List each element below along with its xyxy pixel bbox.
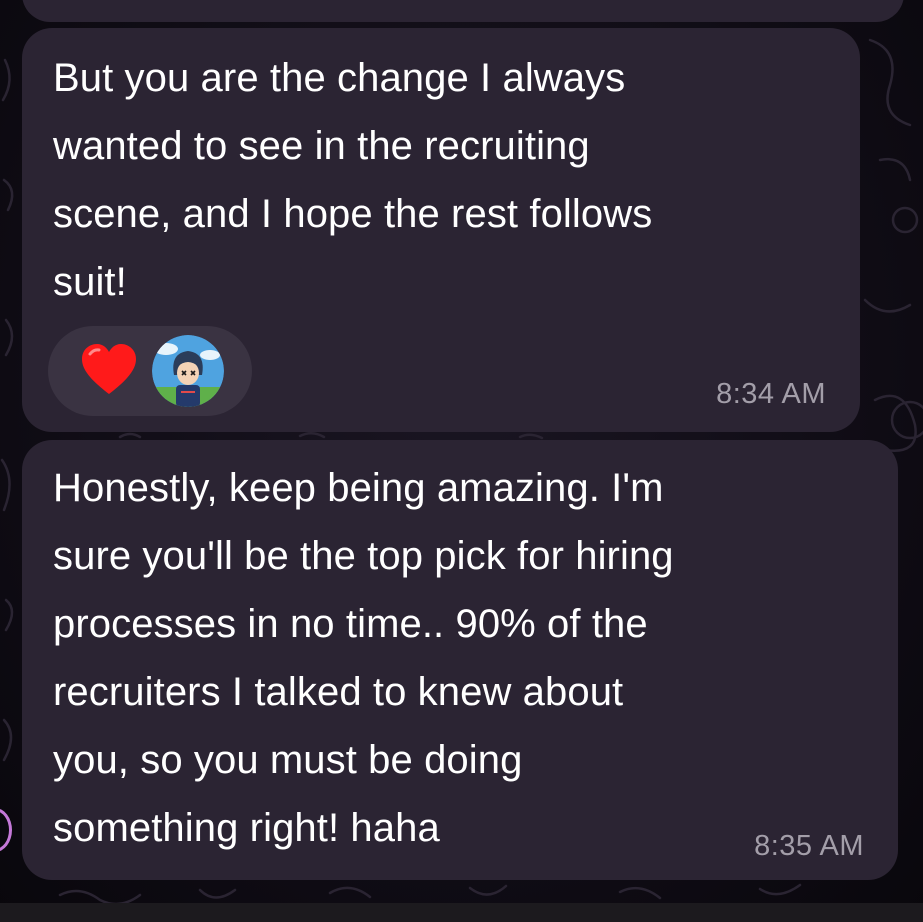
bottom-bar — [0, 903, 923, 922]
message-timestamp: 8:35 AM — [754, 830, 864, 862]
message-timestamp: 8:34 AM — [716, 378, 826, 410]
message-text: But you are the change I always wanted t… — [53, 56, 653, 304]
previous-message-bubble — [22, 0, 904, 22]
heart-icon[interactable] — [78, 340, 140, 402]
message-bubble[interactable]: Honestly, keep being amazing. I'm sure y… — [22, 440, 898, 880]
message-bubble[interactable]: But you are the change I always wanted t… — [22, 28, 860, 432]
reactor-avatar[interactable] — [152, 335, 224, 407]
reactions-pill[interactable] — [48, 326, 252, 416]
message-text: Honestly, keep being amazing. I'm sure y… — [53, 466, 674, 850]
chat-background: But you are the change I always wanted t… — [0, 0, 923, 922]
